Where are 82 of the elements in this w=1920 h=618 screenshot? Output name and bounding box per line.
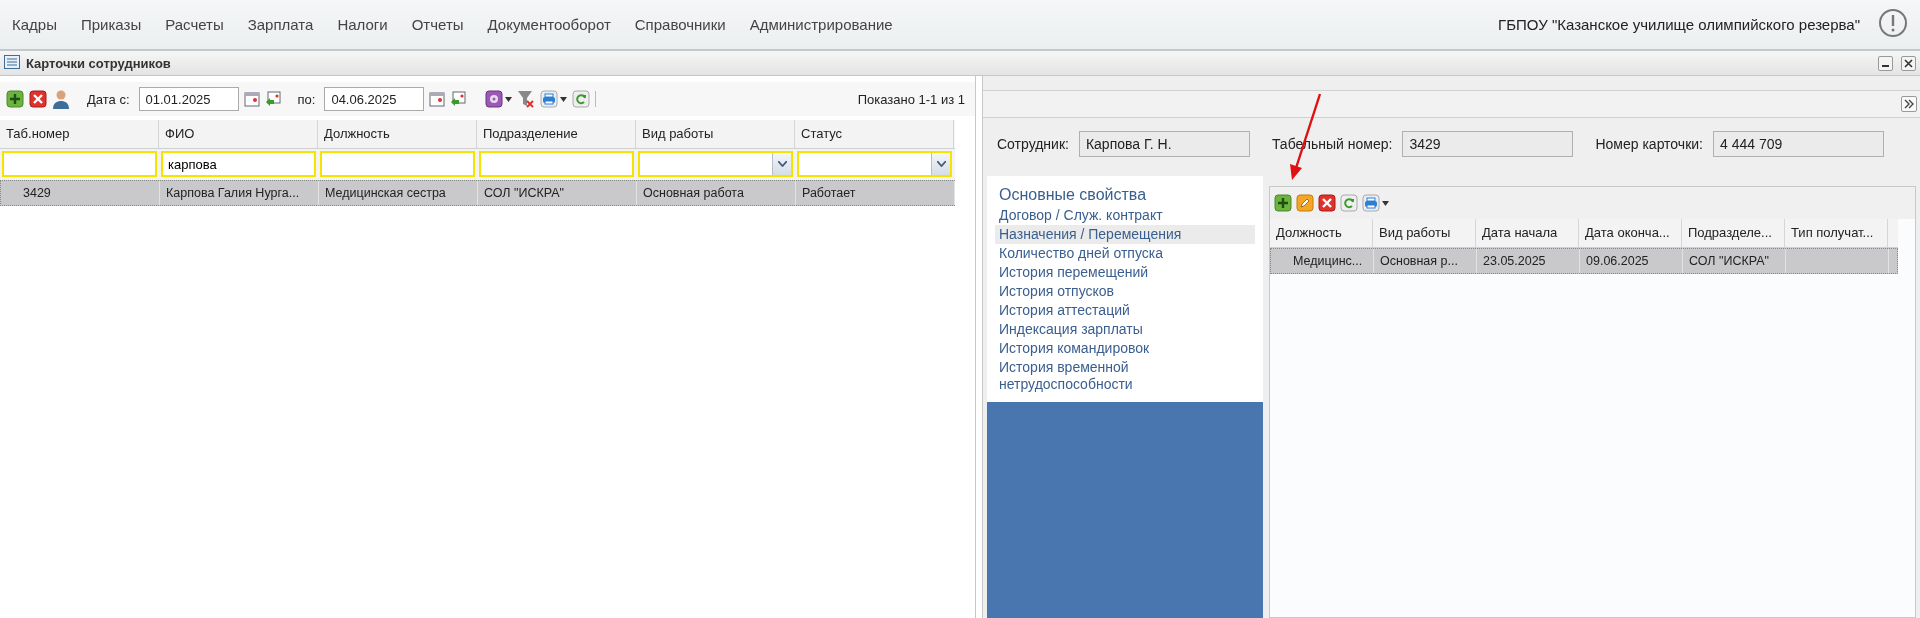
menu-item[interactable]: Отчеты <box>411 16 474 33</box>
edit-button[interactable] <box>1296 194 1314 212</box>
calendar-button[interactable] <box>243 91 260 107</box>
table-cell: 23.05.2025 <box>1477 249 1580 273</box>
alert-icon[interactable] <box>1878 8 1908 38</box>
section-link[interactable]: История перемещений <box>995 263 1255 282</box>
column-header[interactable]: Подразделение <box>477 120 636 148</box>
section-link[interactable]: История командировок <box>995 339 1255 358</box>
table-cell: СОЛ "ИСКРА" <box>1683 249 1786 273</box>
menu-item[interactable]: Администрирование <box>749 16 903 33</box>
menu-item[interactable]: Приказы <box>80 16 152 33</box>
readonly-field: 3429 <box>1402 131 1574 157</box>
filter-field[interactable] <box>479 151 634 177</box>
menu-item[interactable]: Расчеты <box>165 16 234 33</box>
employee-button[interactable] <box>52 89 70 109</box>
column-header[interactable]: Таб.номер <box>0 120 159 148</box>
add-button[interactable] <box>6 90 24 108</box>
expand-button[interactable] <box>1901 96 1917 112</box>
filter-field[interactable] <box>2 151 157 177</box>
table-cell: Работает <box>796 181 955 205</box>
date-from-field[interactable]: 01.01.2025 <box>138 87 239 111</box>
date-from-label: Дата с: <box>87 91 130 107</box>
organization-name: ГБПОУ "Казанское училище олимпийского резерва" <box>1498 16 1860 33</box>
print-button[interactable] <box>1362 194 1389 212</box>
readonly-field: Карпова Г. Н. <box>1078 131 1250 157</box>
delete-button[interactable] <box>29 90 47 108</box>
column-header[interactable]: Статус <box>795 120 954 148</box>
column-header[interactable]: Должность <box>1270 219 1373 247</box>
table-cell: Основная работа <box>637 181 796 205</box>
column-header[interactable]: ФИО <box>159 120 318 148</box>
table-cell: 3429 <box>1 181 160 205</box>
menu-item[interactable]: Справочники <box>634 16 736 33</box>
menu-item[interactable]: Документооборот <box>487 16 621 33</box>
field-label: Номер карточки: <box>1595 136 1703 152</box>
caret-icon[interactable] <box>560 96 568 102</box>
table-cell: Медицинс... <box>1271 249 1374 273</box>
menu-item[interactable]: Зарплата <box>247 16 324 33</box>
records-count: Показано 1-1 из 1 <box>857 91 965 107</box>
column-header[interactable]: Дата начала <box>1476 219 1579 247</box>
panel-title: Карточки сотрудников <box>26 55 171 71</box>
field-label: Сотрудник: <box>997 136 1069 152</box>
menu-item[interactable]: Кадры <box>12 16 67 33</box>
table-cell: СОЛ "ИСКРА" <box>478 181 637 205</box>
list-icon <box>4 54 20 69</box>
table-cell: 09.06.2025 <box>1580 249 1683 273</box>
section-link[interactable]: Основные свойства <box>995 184 1255 206</box>
section-link[interactable]: Количество дней отпуска <box>995 244 1255 263</box>
column-header[interactable]: Вид работы <box>636 120 795 148</box>
delete-button[interactable] <box>1318 194 1336 212</box>
refresh-button[interactable] <box>1340 194 1358 212</box>
table-row[interactable]: Медицинс... Основная р... 23.05.2025 09.06.2025 СОЛ "ИСКРА" <box>1270 248 1898 274</box>
table-cell: Карпова Галия Нурга... <box>160 181 319 205</box>
calendar-arrow-button[interactable] <box>450 91 467 107</box>
section-link[interactable]: Назначения / Перемещения <box>995 225 1255 244</box>
add-button[interactable] <box>1274 194 1292 212</box>
section-link[interactable]: История аттестаций <box>995 301 1255 320</box>
filter-field[interactable]: карпова <box>161 151 316 177</box>
column-header[interactable]: Дата оконча... <box>1579 219 1682 247</box>
filter-clear-button[interactable] <box>517 89 536 109</box>
print-button[interactable] <box>540 90 568 108</box>
filter-field[interactable] <box>320 151 475 177</box>
table-row[interactable]: 3429 Карпова Галия Нурга... Медицинская сестра СОЛ "ИСКРА" Основная работа Работает <box>0 180 955 206</box>
calendar-arrow-button[interactable] <box>264 91 281 107</box>
section-link[interactable]: История временной нетрудоспособности <box>995 358 1255 394</box>
column-header[interactable]: Вид работы <box>1373 219 1476 247</box>
table-cell: Основная р... <box>1374 249 1477 273</box>
column-header[interactable]: Должность <box>318 120 477 148</box>
close-button[interactable] <box>1901 55 1916 71</box>
section-link[interactable]: Индексация зарплаты <box>995 320 1255 339</box>
section-link[interactable]: История отпусков <box>995 282 1255 301</box>
menu-item[interactable]: Налоги <box>337 16 398 33</box>
section-link[interactable]: Договор / Служ. контракт <box>995 206 1255 225</box>
table-cell: Медицинская сестра <box>319 181 478 205</box>
settings-button[interactable] <box>485 90 513 108</box>
date-to-field[interactable]: 04.06.2025 <box>324 87 425 111</box>
date-to-label: по: <box>297 91 316 107</box>
column-header[interactable]: Тип получат... <box>1785 219 1888 247</box>
calendar-button[interactable] <box>429 91 446 107</box>
readonly-field: 4 444 709 <box>1713 131 1884 157</box>
caret-icon[interactable] <box>505 96 513 102</box>
caret-icon[interactable] <box>1382 200 1389 206</box>
column-header[interactable]: Подразделе... <box>1682 219 1785 247</box>
